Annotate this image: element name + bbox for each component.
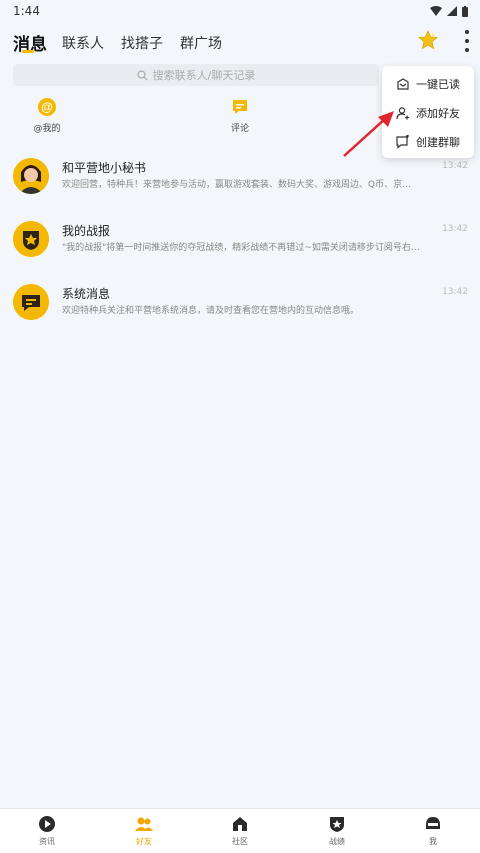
message-title: 我的战报	[62, 224, 111, 238]
system-message-avatar	[13, 284, 49, 320]
message-item-assistant[interactable]: 和平营地小秘书 欢迎回营，特种兵！来营地参与活动，赢取游戏套装、数码大奖、游戏周…	[0, 158, 480, 212]
nav-label: 社区	[232, 837, 248, 846]
more-options-button[interactable]	[462, 30, 472, 52]
svg-text:@: @	[41, 100, 53, 114]
more-dot-icon	[465, 48, 469, 52]
star-icon[interactable]	[418, 30, 438, 50]
search-placeholder: 搜索联系人/聊天记录	[152, 69, 256, 82]
tab-group-square[interactable]: 群广场	[180, 33, 222, 53]
menu-item-label: 添加好友	[416, 107, 460, 120]
nav-label: 战绩	[329, 837, 345, 846]
nav-me[interactable]: 我	[413, 815, 453, 847]
nav-label: 好友	[136, 837, 152, 846]
menu-item-label: 创建群聊	[416, 136, 460, 149]
nav-friends[interactable]: 好友	[124, 815, 164, 847]
nav-community[interactable]: 社区	[220, 815, 260, 847]
wifi-icon	[430, 6, 442, 16]
more-dot-icon	[465, 39, 469, 43]
friends-icon	[135, 817, 153, 831]
mark-read-icon	[397, 78, 409, 90]
at-icon: @	[38, 98, 56, 116]
signal-icon	[447, 6, 457, 16]
menu-item-label: 一键已读	[416, 78, 460, 91]
shortcut-comments[interactable]: 评论	[210, 98, 270, 134]
message-time: 13:42	[442, 161, 468, 171]
shortcut-mentions-label: @我的	[33, 124, 61, 134]
top-tabs: 消息 联系人 找搭子 群广场	[0, 26, 480, 60]
message-preview: 欢迎回营，特种兵！来营地参与活动，赢取游戏套装、数码大奖、游戏周边、Q币、京…	[62, 180, 412, 190]
message-title: 系统消息	[62, 287, 111, 301]
menu-item-mark-all-read[interactable]: 一键已读	[382, 70, 474, 98]
message-title: 和平营地小秘书	[62, 161, 147, 175]
message-item-battle-report[interactable]: 我的战报 "我的战报"将第一时间推送你的夺冠战绩，精彩战绩不再错过~如需关闭请移…	[0, 221, 480, 275]
status-bar: 1:44	[0, 0, 480, 22]
search-icon	[137, 69, 148, 80]
status-icons	[430, 5, 468, 17]
message-preview: "我的战报"将第一时间推送你的夺冠战绩，精彩战绩不再错过~如需关闭请移步订阅号右…	[62, 243, 420, 253]
nav-news[interactable]: 资讯	[27, 815, 67, 847]
message-time: 13:42	[442, 224, 468, 234]
tab-find-partner[interactable]: 找搭子	[121, 33, 163, 53]
shortcut-mentions[interactable]: @ @我的	[17, 98, 77, 134]
shortcut-comments-label: 评论	[230, 124, 249, 134]
community-icon	[233, 817, 247, 831]
tab-contacts[interactable]: 联系人	[62, 33, 104, 53]
bottom-nav: 资讯 好友 社区 战绩 我	[0, 808, 480, 853]
news-icon	[39, 816, 55, 832]
message-item-system[interactable]: 系统消息 欢迎特种兵关注和平营地系统消息，请及时查看您在营地内的互动信息哦。 1…	[0, 284, 480, 338]
nav-records[interactable]: 战绩	[317, 815, 357, 847]
battery-icon	[462, 5, 468, 17]
records-icon	[330, 817, 344, 832]
more-dot-icon	[465, 30, 469, 34]
annotation-arrow-icon	[343, 111, 394, 157]
nav-label: 我	[429, 837, 437, 846]
message-time: 13:42	[442, 287, 468, 297]
helmet-icon	[426, 817, 440, 829]
status-time: 1:44	[13, 4, 40, 18]
message-preview: 欢迎特种兵关注和平营地系统消息，请及时查看您在营地内的互动信息哦。	[62, 306, 360, 316]
battle-report-avatar	[13, 221, 49, 257]
search-input[interactable]: 搜索联系人/聊天记录	[13, 64, 379, 86]
active-tab-indicator	[22, 50, 34, 53]
assistant-avatar	[13, 158, 49, 194]
nav-label: 资讯	[39, 837, 55, 846]
comment-icon	[233, 100, 247, 114]
